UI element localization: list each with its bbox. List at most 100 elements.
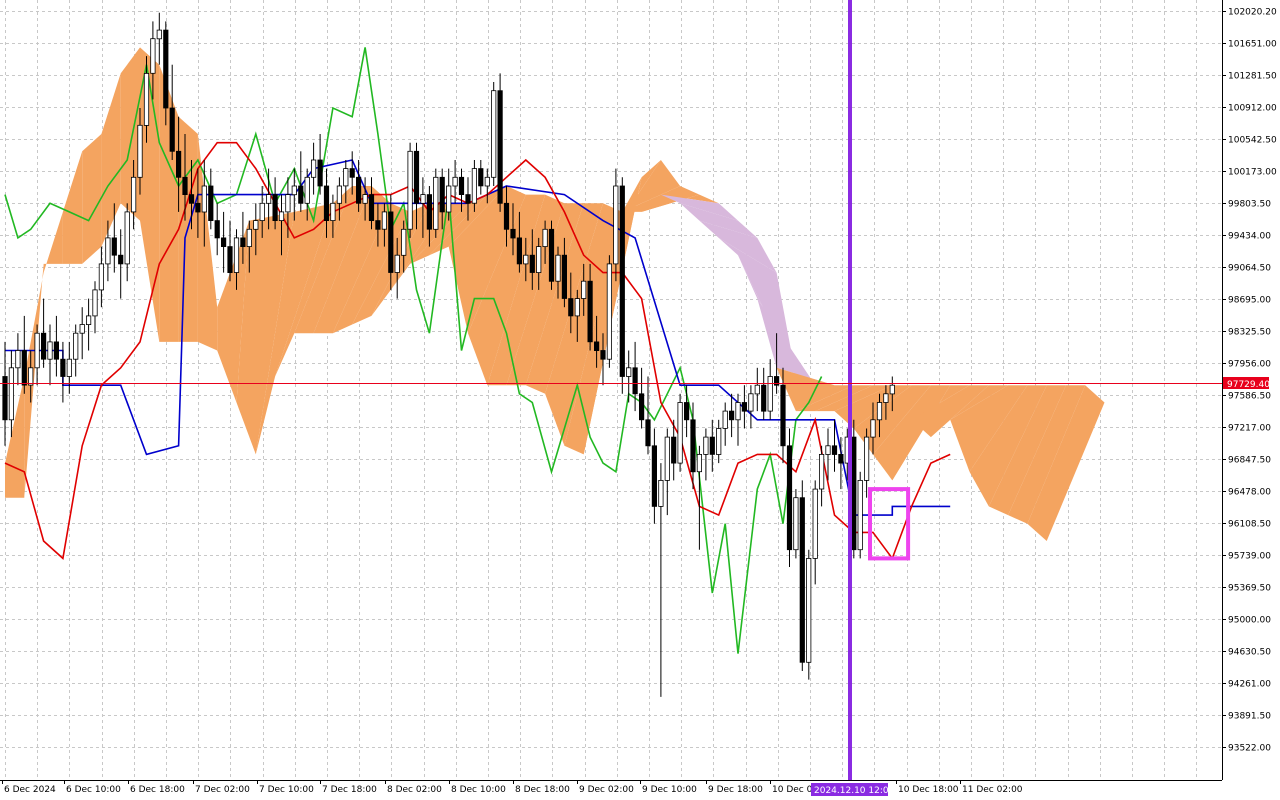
candle[interactable] [786,428,793,568]
candle-body-bull [137,124,143,178]
price-tick-label: 101281.50 [1228,72,1277,82]
price-tick-label: 98695.00 [1228,296,1271,306]
candle[interactable] [407,142,413,238]
candle-body-bull [767,376,773,412]
candle-body-bear [439,176,445,213]
candle[interactable] [806,549,812,680]
candle-body-bear [786,445,793,551]
price-axis[interactable]: 102020.20 101651.00 101281.50 100912.00 1005… [1222,8,1277,754]
candle-body-bull [613,185,619,265]
candle-body-bull [401,228,407,256]
candle-body-bull [722,410,728,429]
candle-body-bull [66,358,72,377]
time-tick-label: 8 Dec 18:00 [515,785,570,795]
candle-body-bear [510,228,516,239]
candle-body-bull [124,211,130,265]
price-tick-label: 100173.00 [1228,168,1277,178]
candle[interactable] [491,82,497,186]
candle-body-bull [246,228,252,248]
time-tick-label: 8 Dec 02:00 [387,785,442,795]
price-tick-label: 101651.00 [1228,40,1277,50]
candle-body-bull [130,176,137,213]
time-tick-label: 9 Dec 18:00 [708,785,763,795]
candle-body-bull [864,436,870,481]
candle-body-bear [600,350,606,360]
candle-body-bull [819,453,825,490]
price-tick-label: 96847.50 [1228,456,1271,466]
price-tick-label: 98325.50 [1228,328,1271,338]
time-tick-label: 6 Dec 18:00 [130,785,185,795]
last-price-badge: 97729.40 [1223,377,1270,390]
candle-body-bull [658,479,664,507]
candle[interactable] [857,471,863,559]
candle[interactable] [793,489,799,559]
candle[interactable] [851,419,857,559]
candle-body-bull [523,254,529,265]
candle-body-bull [336,185,343,204]
candle-body-bull [201,185,207,213]
candle-body-bull [285,194,291,213]
candle-body-bull [73,332,79,360]
candle-body-bull [143,73,150,126]
candle-body-bear [645,419,651,447]
cloud-segment-bull [120,47,140,221]
candle-body-bear [323,185,330,221]
candle-body-bull [542,228,548,248]
candle[interactable] [497,73,503,212]
candle[interactable] [677,393,683,472]
price-tick-label: 97956.00 [1228,360,1271,370]
candle-body-bear [729,410,735,421]
price-tick-label: 99064.50 [1228,264,1271,274]
candle-body-bear [53,341,60,360]
candle-body-bear [163,29,169,109]
candle-body-bull [259,202,265,222]
candle-body-bull [105,237,111,265]
candle-body-bull [870,419,876,438]
candle-body-bear [639,393,645,421]
price-tick-label: 96108.50 [1228,520,1271,530]
candle-body-bear [568,298,574,317]
candle[interactable] [606,255,613,368]
price-chart[interactable]: 102020.20 101651.00 101281.50 100912.00 1005… [0,0,1280,800]
candle-body-bear [761,384,767,412]
candle-body-bull [150,38,156,74]
candle-body-bull [8,367,14,421]
crosshair-time-label: 2024.12.10 12:00 [814,786,895,796]
candle-body-bear [458,176,465,196]
candle-body-bear [298,185,304,204]
price-tick-label: 99803.50 [1228,200,1271,210]
candle-body-bull [574,298,580,317]
candle-body-bear [60,358,66,377]
candle-body-bull [452,176,458,187]
price-tick-label: 95000.00 [1228,616,1271,626]
candle-body-bear [684,402,690,421]
candle[interactable] [799,480,805,671]
time-tick-label: 9 Dec 02:00 [579,785,634,795]
candle-body-bear [709,436,715,455]
candle-body-bear [240,237,246,247]
candle-body-bull [735,402,741,421]
price-tick-label: 97586.50 [1228,392,1271,402]
candle-body-bull [696,453,703,473]
candle-body-bull [793,497,799,551]
candle-body-bear [220,237,227,247]
candle-body-bull [362,194,368,204]
time-axis[interactable]: 6 Dec 2024 6 Dec 10:00 6 Dec 18:00 7 Dec 02… [2,780,1023,796]
price-tick-label: 97217.00 [1228,424,1271,434]
candle-body-bull [253,220,259,230]
candle-body-bear [465,194,471,204]
candle[interactable] [548,220,555,290]
candle-body-bull [626,367,632,377]
candle-body-bull [664,436,670,481]
candle-body-bull [330,202,336,222]
candle-body-bull [98,263,104,291]
candle-body-bull [86,315,92,325]
candle[interactable] [433,168,439,238]
candle-body-bear [41,332,47,360]
candle-body-bear [529,254,535,273]
candle-body-bull [79,324,85,334]
candle-body-bear [182,176,188,196]
candle-body-bull [291,185,297,196]
candle[interactable] [619,177,625,394]
candle-body-bear [195,202,201,213]
